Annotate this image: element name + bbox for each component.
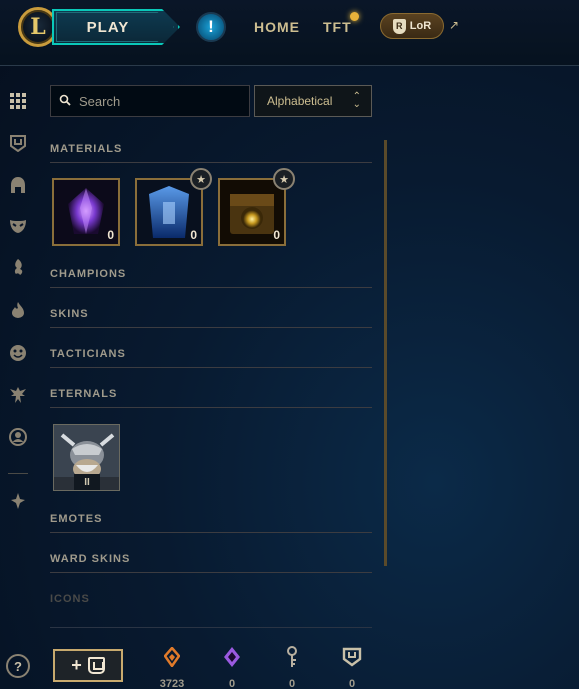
bottom-divider — [50, 627, 372, 628]
alert-icon[interactable]: ! — [196, 12, 226, 42]
material-tile-blue-capsule[interactable]: 0 — [135, 178, 203, 246]
key-icon — [272, 644, 312, 670]
plus-icon: + — [71, 655, 82, 675]
section-title: SKINS — [50, 308, 89, 320]
mask-icon[interactable] — [7, 215, 29, 237]
section-tacticians[interactable]: TACTICIANS — [50, 344, 372, 368]
section-title: ICONS — [50, 593, 90, 605]
sort-dropdown[interactable]: Alphabetical ⌃ ⌄ — [254, 85, 372, 117]
eternal-tile[interactable]: II — [53, 424, 120, 491]
currency-mythic-essence: 0 — [212, 644, 252, 689]
profile-icon[interactable] — [7, 426, 29, 448]
lor-label: LoR — [409, 20, 432, 32]
section-title: MATERIALS — [50, 143, 123, 155]
section-skins[interactable]: SKINS — [50, 304, 372, 328]
chest-icon — [332, 644, 372, 670]
rail-divider — [8, 473, 28, 474]
lor-button[interactable]: R LoR — [380, 13, 444, 39]
nav-home[interactable]: HOME — [254, 19, 300, 35]
currency-value: 0 — [348, 678, 356, 689]
sort-arrows-icon: ⌃ ⌄ — [352, 91, 361, 110]
currency-value: 3723 — [159, 678, 185, 689]
sort-value: Alphabetical — [267, 94, 333, 108]
tft-notification-dot — [350, 12, 359, 21]
crafting-icon[interactable] — [7, 490, 29, 512]
material-tile-golden-chest[interactable]: 0 — [218, 178, 286, 246]
emote-icon[interactable] — [7, 342, 29, 364]
material-tile-gemstone[interactable]: 0 — [52, 178, 120, 246]
grid-icon[interactable] — [7, 90, 29, 112]
section-title: TACTICIANS — [50, 348, 126, 360]
section-ward-skins[interactable]: WARD SKINS — [50, 549, 372, 573]
add-chest-button[interactable]: + — [53, 649, 123, 682]
external-link-icon[interactable]: ↗ — [449, 18, 459, 32]
helmet-icon[interactable] — [7, 174, 29, 196]
top-nav-bar: L PLAY ! HOME TFT R LoR ↗ — [0, 0, 579, 66]
search-input[interactable] — [79, 93, 239, 109]
material-count: 0 — [107, 228, 114, 242]
play-button[interactable]: PLAY — [52, 9, 180, 45]
ward-icon[interactable] — [7, 256, 29, 278]
section-eternals[interactable]: ETERNALS — [50, 384, 372, 408]
section-title: ETERNALS — [50, 388, 118, 400]
section-materials[interactable]: MATERIALS — [50, 139, 372, 163]
featured-star-icon: ★ — [190, 168, 212, 190]
help-button[interactable]: ? — [6, 654, 30, 678]
search-icon — [59, 94, 71, 109]
chest-icon — [87, 657, 105, 674]
currency-value: 0 — [228, 678, 236, 689]
section-title: CHAMPIONS — [50, 268, 127, 280]
section-emotes[interactable]: EMOTES — [50, 509, 372, 533]
search-field[interactable] — [50, 85, 250, 117]
currency-value: 0 — [288, 678, 296, 689]
currency-orange-essence: 3723 — [152, 644, 192, 689]
scrollbar[interactable] — [384, 140, 387, 566]
material-count: 0 — [190, 228, 197, 242]
section-champions[interactable]: CHAMPIONS — [50, 264, 372, 288]
currency-keys: 0 — [272, 644, 312, 689]
nav-tft[interactable]: TFT — [323, 19, 352, 35]
material-count: 0 — [273, 228, 280, 242]
section-title: WARD SKINS — [50, 553, 131, 565]
lor-badge-icon: R — [392, 18, 406, 34]
eternal-series-label: II — [74, 474, 100, 490]
section-icons[interactable]: ICONS — [50, 589, 372, 613]
tactician-icon[interactable] — [7, 384, 29, 406]
orange-essence-icon — [152, 644, 192, 670]
mythic-essence-icon — [212, 644, 252, 670]
section-title: EMOTES — [50, 513, 103, 525]
currency-chests: 0 — [332, 644, 372, 689]
featured-star-icon: ★ — [273, 168, 295, 190]
chest-icon[interactable] — [7, 132, 29, 154]
flame-icon[interactable] — [7, 299, 29, 321]
